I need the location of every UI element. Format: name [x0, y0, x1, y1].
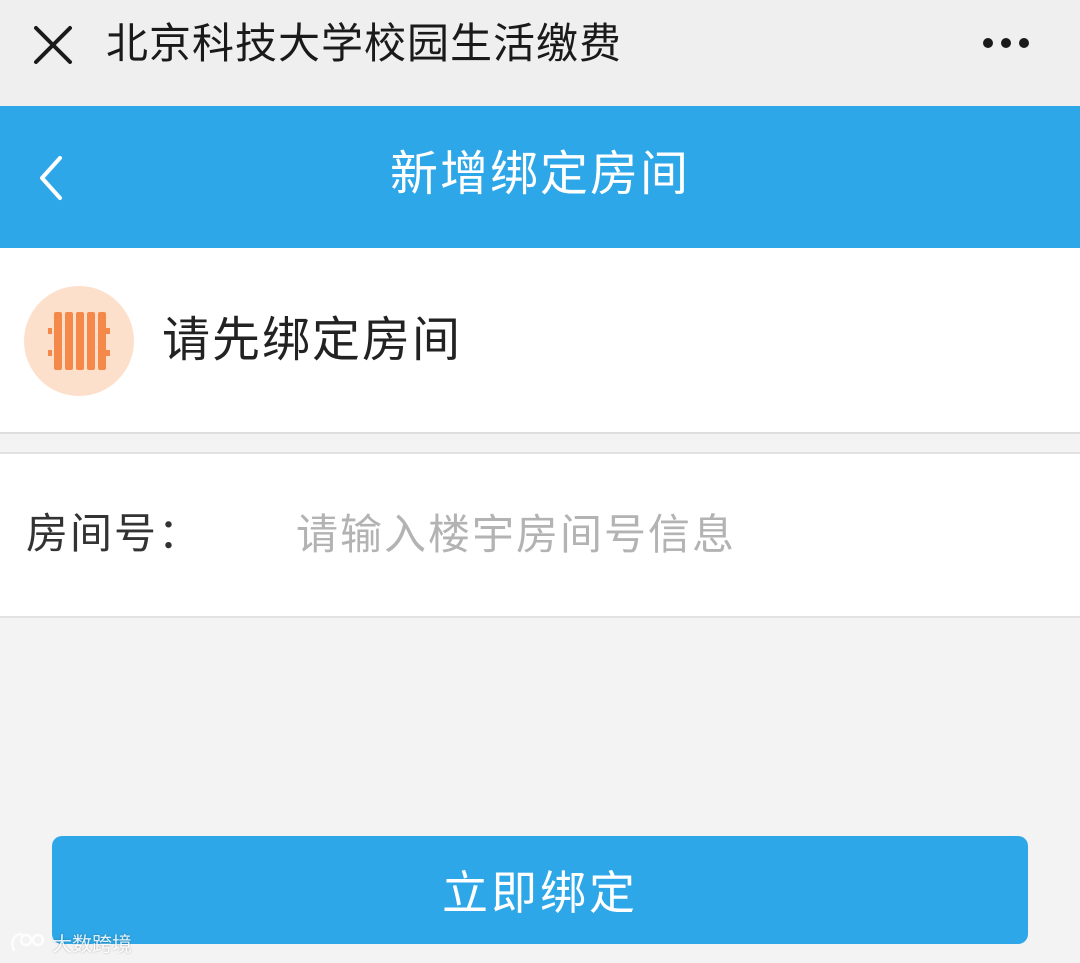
more-icon[interactable]: [972, 28, 1040, 58]
wechat-top-bar: 北京科技大学校园生活缴费: [0, 0, 1080, 106]
room-number-row: 房间号：: [0, 452, 1080, 618]
page-header: 新增绑定房间: [0, 106, 1080, 248]
bind-notice: 请先绑定房间: [0, 248, 1080, 434]
page-title: 新增绑定房间: [389, 146, 690, 202]
room-number-label: 房间号：: [26, 509, 203, 558]
radiator-icon: [24, 286, 134, 396]
app-title: 北京科技大学校园生活缴费: [106, 19, 623, 68]
watermark-text: 大数跨境: [52, 931, 132, 956]
watermark: 大数跨境: [8, 926, 132, 958]
close-icon[interactable]: [30, 22, 76, 68]
notice-text: 请先绑定房间: [162, 312, 463, 368]
room-number-input[interactable]: [296, 500, 1036, 568]
bind-now-button[interactable]: 立即绑定: [52, 836, 1028, 944]
watermark-logo-icon: [11, 932, 45, 952]
